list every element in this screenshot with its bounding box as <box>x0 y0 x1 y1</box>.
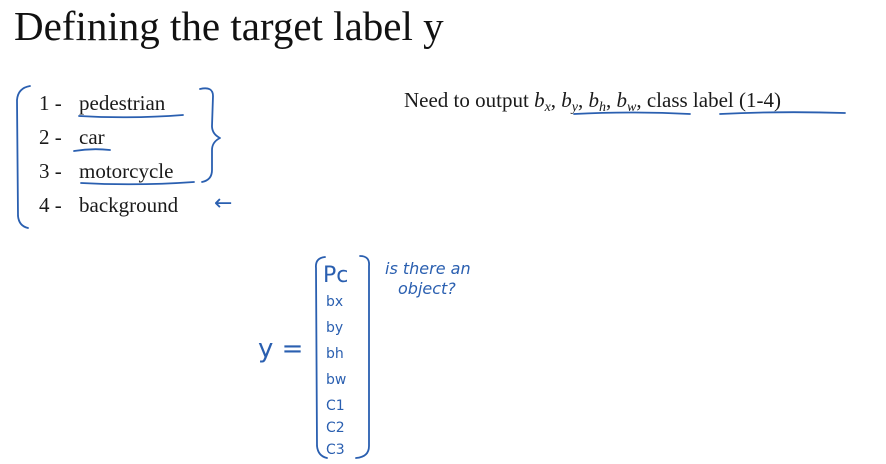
list-left-bracket <box>16 85 31 229</box>
vector-entry-by: by <box>326 320 343 336</box>
vector-entry-bw: bw <box>326 372 346 388</box>
vector-entry-c3: C3 <box>326 442 345 458</box>
vector-right-bracket <box>355 255 370 459</box>
underline-class-label <box>719 111 846 115</box>
vector-entry-bh: bh <box>326 346 344 362</box>
y-equals: y = <box>258 334 303 364</box>
handwritten-annotations: ← y = Pc bx by bh bw C1 C2 C3 is there a… <box>16 85 846 459</box>
vector-entry-c1: C1 <box>326 398 345 414</box>
vector-entry-bx: bx <box>326 294 343 310</box>
list-right-bracket <box>199 87 221 183</box>
note-line-2: object? <box>398 279 456 298</box>
vector-entry-pc: Pc <box>323 263 348 288</box>
note-line-1: is there an <box>385 259 471 278</box>
underline-car <box>73 148 111 152</box>
underline-motorcycle <box>80 181 195 186</box>
underline-pedestrian <box>78 114 184 119</box>
underline-bbox <box>573 111 691 115</box>
vector-entry-c2: C2 <box>326 420 345 436</box>
background-arrow: ← <box>214 191 232 216</box>
